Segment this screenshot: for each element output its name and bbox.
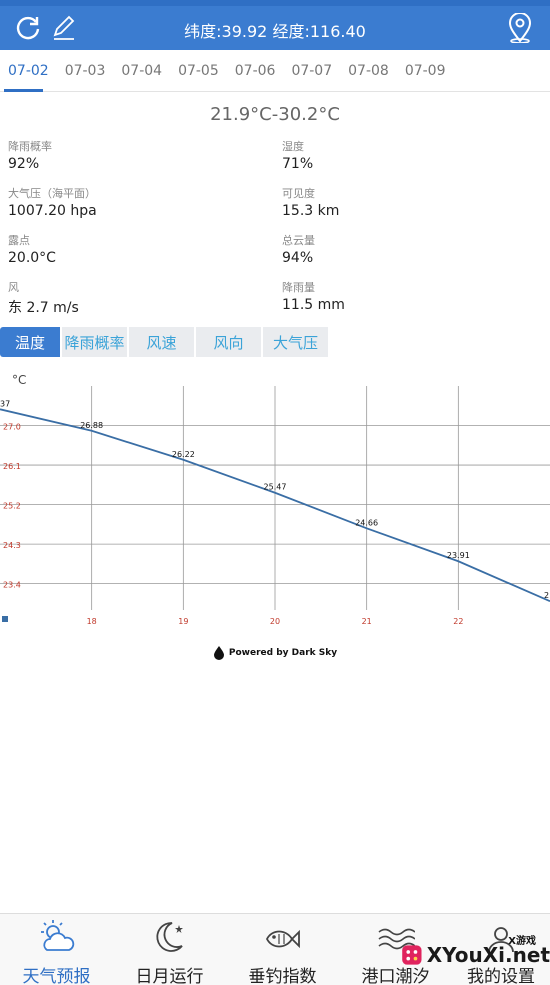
- watermark-logo-icon: [402, 945, 422, 965]
- tab-date[interactable]: 07-02: [0, 50, 57, 92]
- y-tick-label: 25.2: [3, 502, 21, 511]
- detail-visibility: 可见度 15.3 km: [282, 185, 550, 219]
- dark-sky-logo-icon: [213, 646, 224, 660]
- nav-label: 天气预报: [22, 967, 91, 985]
- detail-rain-probability: 降雨概率 92%: [8, 138, 278, 172]
- detail-value: 71%: [282, 156, 314, 172]
- fish-icon: [265, 929, 300, 949]
- detail-label: 降雨概率: [8, 140, 52, 153]
- data-label: 26.88: [80, 421, 103, 430]
- watermark-small-text: X游戏: [508, 936, 536, 947]
- temperature-chart[interactable]: °C 27.0 26.1 25.2 24.3 23.4 18 19 20 21 22 37 26.88…: [0, 370, 550, 640]
- temperature-range: 21.9°C-30.2°C: [210, 104, 340, 125]
- x-tick-label: 22: [453, 617, 463, 626]
- detail-precipitation: 降雨量 11.5 mm: [282, 279, 550, 313]
- y-tick-label: 26.1: [3, 462, 21, 471]
- x-tick-label: 21: [362, 617, 372, 626]
- tab-temperature[interactable]: 温度: [0, 327, 60, 357]
- detail-value: 1007.20 hpa: [8, 203, 97, 219]
- detail-label: 露点: [8, 234, 30, 247]
- nav-sun-moon[interactable]: 日月运行: [113, 914, 226, 985]
- tab-date[interactable]: 07-03: [57, 50, 114, 91]
- detail-value: 15.3 km: [282, 203, 340, 219]
- x-tick-label: 19: [178, 617, 188, 626]
- detail-wind: 风 东 2.7 m/s: [8, 279, 278, 317]
- weather-icon: [40, 920, 74, 951]
- data-label: 24.66: [355, 518, 378, 527]
- detail-label: 可见度: [282, 187, 315, 200]
- detail-value: 94%: [282, 250, 314, 266]
- detail-value: 东 2.7 m/s: [8, 300, 79, 316]
- nav-fishing[interactable]: 垂钓指数: [226, 914, 339, 985]
- data-label: 25.47: [264, 483, 287, 492]
- data-label: 26.22: [172, 450, 195, 459]
- detail-label: 湿度: [282, 140, 304, 153]
- detail-label: 降雨量: [282, 281, 315, 294]
- location-button[interactable]: [502, 10, 538, 46]
- detail-label: 大气压（海平面）: [8, 187, 96, 200]
- detail-value: 20.0°C: [8, 250, 56, 266]
- y-tick-label: 27.0: [3, 423, 21, 432]
- y-tick-label: 23.4: [3, 581, 21, 590]
- moon-icon: [155, 922, 183, 952]
- nav-label: 日月运行: [135, 967, 204, 985]
- x-tick-label: 18: [87, 617, 97, 626]
- tab-date[interactable]: 07-04: [113, 50, 170, 91]
- tab-date[interactable]: 07-05: [170, 50, 227, 91]
- tab-wind-direction[interactable]: 风向: [196, 327, 261, 357]
- nav-weather[interactable]: 天气预报: [0, 914, 113, 985]
- location-pin-icon: [508, 13, 532, 43]
- y-axis-unit: °C: [12, 373, 26, 387]
- coordinates-label: 纬度:39.92 经度:116.40: [184, 22, 366, 41]
- axis-marker: [2, 616, 8, 622]
- detail-label: 风: [8, 281, 19, 294]
- detail-value: 92%: [8, 156, 40, 172]
- tab-pressure[interactable]: 大气压: [263, 327, 328, 357]
- data-label: 23.91: [447, 551, 470, 560]
- detail-pressure: 大气压（海平面） 1007.20 hpa: [8, 185, 278, 219]
- data-label: 37: [0, 399, 10, 408]
- nav-label: 垂钓指数: [248, 967, 317, 985]
- tab-date[interactable]: 07-07: [283, 50, 340, 91]
- y-tick-label: 24.3: [3, 541, 21, 550]
- powered-by-text: Powered by Dark Sky: [228, 648, 338, 658]
- detail-humidity: 湿度 71%: [282, 138, 550, 172]
- detail-label: 总云量: [282, 234, 315, 247]
- data-label: 2: [544, 591, 549, 600]
- powered-by: Powered by Dark Sky: [0, 646, 550, 660]
- tab-date[interactable]: 07-06: [227, 50, 284, 91]
- tab-rain-probability[interactable]: 降雨概率: [62, 327, 127, 357]
- tab-wind-speed[interactable]: 风速: [129, 327, 194, 357]
- tab-date[interactable]: 07-08: [340, 50, 397, 91]
- detail-cloud-cover: 总云量 94%: [282, 232, 550, 266]
- tab-date[interactable]: 07-09: [397, 50, 454, 91]
- date-tabs: 07-02 07-03 07-04 07-05 07-06 07-07 07-0…: [0, 50, 550, 92]
- top-header: 纬度:39.92 经度:116.40: [0, 6, 550, 50]
- detail-value: 11.5 mm: [282, 297, 345, 313]
- chart-tabs: 温度 降雨概率 风速 风向 大气压: [0, 327, 330, 357]
- x-tick-label: 20: [270, 617, 280, 626]
- detail-dew-point: 露点 20.0°C: [8, 232, 278, 266]
